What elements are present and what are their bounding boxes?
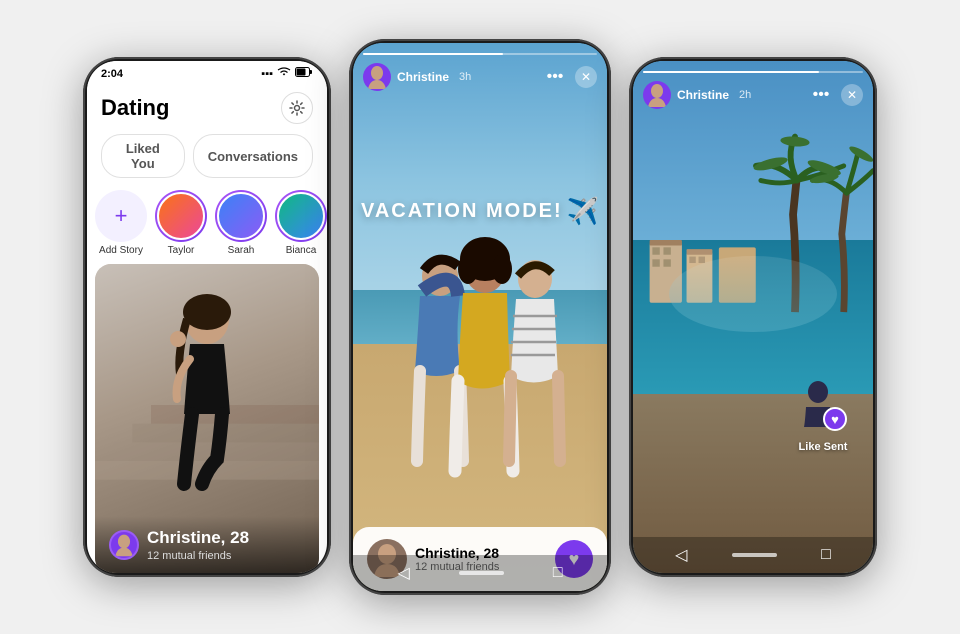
profile-name-row: Christine, 28 12 mutual friends xyxy=(109,528,305,562)
settings-button[interactable] xyxy=(281,92,313,124)
people-group xyxy=(380,221,580,501)
nav-bar-2: ◁ □ xyxy=(353,555,607,591)
story-user-info: Christine 3h xyxy=(363,63,471,91)
resort-avatar-small xyxy=(643,81,671,109)
back-button-2[interactable]: ◁ xyxy=(398,563,410,583)
square-button-2[interactable]: □ xyxy=(553,564,563,582)
resort-user-info: Christine 2h xyxy=(643,81,751,109)
story-header-2: Christine 3h ••• ✕ xyxy=(353,43,607,97)
resort-close-story-button[interactable]: ✕ xyxy=(841,84,863,106)
signal-icon: ▪▪▪ xyxy=(261,68,273,80)
tab-conversations[interactable]: Conversations xyxy=(193,134,313,178)
story-sarah[interactable]: Sarah xyxy=(215,190,267,256)
nav-bar-3: ◁ □ xyxy=(633,537,873,573)
story-avatar-small xyxy=(363,63,391,91)
like-sent-figure: ♥ xyxy=(793,377,853,437)
like-sent-overlay: ♥ Like Sent xyxy=(793,377,853,453)
story-avatar-sarah[interactable] xyxy=(215,190,267,242)
avatar-inner-taylor xyxy=(157,192,205,240)
tab-liked-you[interactable]: Liked You xyxy=(101,134,185,178)
profile-mutual: 12 mutual friends xyxy=(147,550,249,562)
stories-row: + Add Story Taylor Sarah xyxy=(87,186,327,264)
wifi-icon xyxy=(277,67,291,80)
battery-icon xyxy=(295,67,313,80)
resort-top-row: Christine 2h ••• ✕ xyxy=(643,81,863,109)
story-username-2: Christine xyxy=(397,70,449,84)
resort-username: Christine xyxy=(677,88,729,102)
story-header-3: Christine 2h ••• ✕ xyxy=(633,61,873,115)
phone-3: Christine 2h ••• ✕ xyxy=(629,57,877,577)
add-story-item[interactable]: + Add Story xyxy=(95,190,147,256)
app-title: Dating xyxy=(101,95,169,121)
resort-time: 2h xyxy=(739,89,751,101)
avatar-inner-bianca xyxy=(277,192,325,240)
phone-3-screen: Christine 2h ••• ✕ xyxy=(633,61,873,573)
heart-badge: ♥ xyxy=(823,407,847,431)
profile-name-info: Christine, 28 12 mutual friends xyxy=(147,528,249,562)
profile-card[interactable]: Christine, 28 12 mutual friends xyxy=(95,264,319,573)
plane-emoji: ✈️ xyxy=(567,196,599,227)
woman-figure-svg xyxy=(132,284,282,514)
profile-name: Christine, 28 xyxy=(147,528,249,548)
phone-1-screen: 2:04 ▪▪▪ Dating xyxy=(87,61,327,573)
profile-info-overlay: Christine, 28 12 mutual friends xyxy=(95,516,319,573)
story-avatar-taylor[interactable] xyxy=(155,190,207,242)
vacation-mode-text: VACATION MODE! xyxy=(361,200,563,223)
vacation-text: VACATION MODE! ✈️ xyxy=(361,196,599,227)
resort-progress-fill xyxy=(643,71,819,73)
story-top-row: Christine 3h ••• ✕ xyxy=(363,63,597,91)
more-options-button[interactable]: ••• xyxy=(543,65,567,89)
story-progress-fill xyxy=(363,53,503,55)
story-label-bianca: Bianca xyxy=(286,245,317,256)
close-story-button[interactable]: ✕ xyxy=(575,66,597,88)
resort-more-options-button[interactable]: ••• xyxy=(809,83,833,107)
resort-story-actions: ••• ✕ xyxy=(809,83,863,107)
story-time-2: 3h xyxy=(459,71,471,83)
status-bar-1: 2:04 ▪▪▪ xyxy=(87,61,327,84)
profile-mini-avatar xyxy=(109,530,139,560)
resort-full-screen: Christine 2h ••• ✕ xyxy=(633,61,873,573)
story-taylor[interactable]: Taylor xyxy=(155,190,207,256)
story-actions: ••• ✕ xyxy=(543,65,597,89)
like-sent-label: Like Sent xyxy=(799,441,848,453)
avatar-inner-sarah xyxy=(217,192,265,240)
story-progress-bar xyxy=(363,53,597,55)
story-avatar-bianca[interactable] xyxy=(275,190,327,242)
home-indicator-2[interactable] xyxy=(459,571,504,575)
story-full-screen: Christine 3h ••• ✕ VACATION MODE! ✈️ xyxy=(353,43,607,591)
figure-container: ♥ xyxy=(793,377,843,427)
phone-2-screen: Christine 3h ••• ✕ VACATION MODE! ✈️ xyxy=(353,43,607,591)
tabs-row: Liked You Conversations xyxy=(87,130,327,186)
resort-progress-bar xyxy=(643,71,863,73)
add-story-button[interactable]: + xyxy=(95,190,147,242)
phone-2: Christine 3h ••• ✕ VACATION MODE! ✈️ xyxy=(349,39,611,595)
time-display: 2:04 xyxy=(101,68,123,80)
square-button-3[interactable]: □ xyxy=(821,546,831,564)
app-header: Dating xyxy=(87,84,327,130)
status-icons: ▪▪▪ xyxy=(261,67,313,80)
phone-1: 2:04 ▪▪▪ Dating xyxy=(83,57,331,577)
story-bianca[interactable]: Bianca xyxy=(275,190,327,256)
pool-reflection xyxy=(669,256,837,333)
story-label-taylor: Taylor xyxy=(168,245,195,256)
story-label-sarah: Sarah xyxy=(228,245,255,256)
home-indicator-3[interactable] xyxy=(732,553,777,557)
back-button-3[interactable]: ◁ xyxy=(675,545,687,565)
add-story-label: Add Story xyxy=(99,245,143,256)
phones-container: 2:04 ▪▪▪ Dating xyxy=(73,29,887,605)
